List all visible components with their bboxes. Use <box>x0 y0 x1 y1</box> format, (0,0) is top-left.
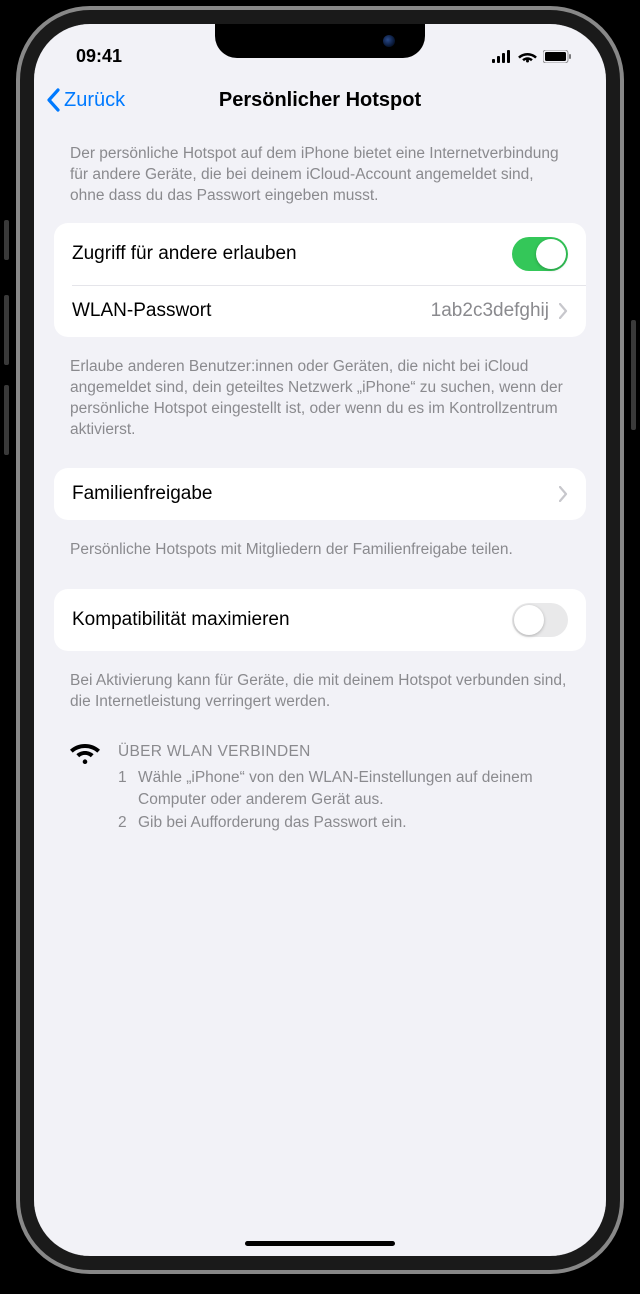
status-time: 09:41 <box>64 46 122 67</box>
phone-frame: 09:41 Zurück Persönlicher Hotspot <box>20 10 620 1270</box>
wifi-password-label: WLAN-Passwort <box>72 300 431 322</box>
wifi-password-row[interactable]: WLAN-Passwort 1ab2c3defghij <box>72 285 586 337</box>
wifi-password-value: 1ab2c3defghij <box>431 300 549 322</box>
instruction-step-2: 2 Gib bei Aufforderung das Passwort ein. <box>118 812 570 834</box>
family-sharing-footer: Persönliche Hotspots mit Mitgliedern der… <box>54 530 586 589</box>
battery-icon <box>543 50 572 63</box>
max-compat-label: Kompatibilität maximieren <box>72 609 512 631</box>
back-label: Zurück <box>64 89 125 112</box>
back-button[interactable]: Zurück <box>46 88 125 112</box>
notch <box>215 24 425 58</box>
nav-bar: Zurück Persönlicher Hotspot <box>34 74 606 126</box>
wlan-instructions: ÜBER WLAN VERBINDEN 1 Wähle „iPhone“ von… <box>54 731 586 856</box>
instructions-title: ÜBER WLAN VERBINDEN <box>118 741 570 763</box>
allow-others-row[interactable]: Zugriff für andere erlauben <box>54 223 586 285</box>
allow-others-toggle[interactable] <box>512 237 568 271</box>
cellular-signal-icon <box>492 50 512 63</box>
chevron-right-icon <box>559 303 568 319</box>
max-compat-section: Kompatibilität maximieren <box>54 589 586 651</box>
screen: 09:41 Zurück Persönlicher Hotspot <box>34 24 606 1256</box>
intro-description: Der persönliche Hotspot auf dem iPhone b… <box>54 126 586 223</box>
max-compat-toggle[interactable] <box>512 603 568 637</box>
chevron-right-icon <box>559 486 568 502</box>
allow-others-footer: Erlaube anderen Benutzer:innen oder Gerä… <box>54 347 586 469</box>
chevron-left-icon <box>46 88 60 112</box>
instruction-step-1: 1 Wähle „iPhone“ von den WLAN-Einstellun… <box>118 767 570 810</box>
wifi-icon <box>518 50 537 63</box>
max-compat-row[interactable]: Kompatibilität maximieren <box>54 589 586 651</box>
front-camera <box>383 35 395 47</box>
hotspot-settings-section: Zugriff für andere erlauben WLAN-Passwor… <box>54 223 586 337</box>
family-sharing-label: Familienfreigabe <box>72 483 559 505</box>
allow-others-label: Zugriff für andere erlauben <box>72 243 512 265</box>
family-sharing-row[interactable]: Familienfreigabe <box>54 468 586 520</box>
home-indicator[interactable] <box>245 1241 395 1246</box>
wifi-instruction-icon <box>70 741 100 836</box>
max-compat-footer: Bei Aktivierung kann für Geräte, die mit… <box>54 661 586 731</box>
family-sharing-section: Familienfreigabe <box>54 468 586 520</box>
